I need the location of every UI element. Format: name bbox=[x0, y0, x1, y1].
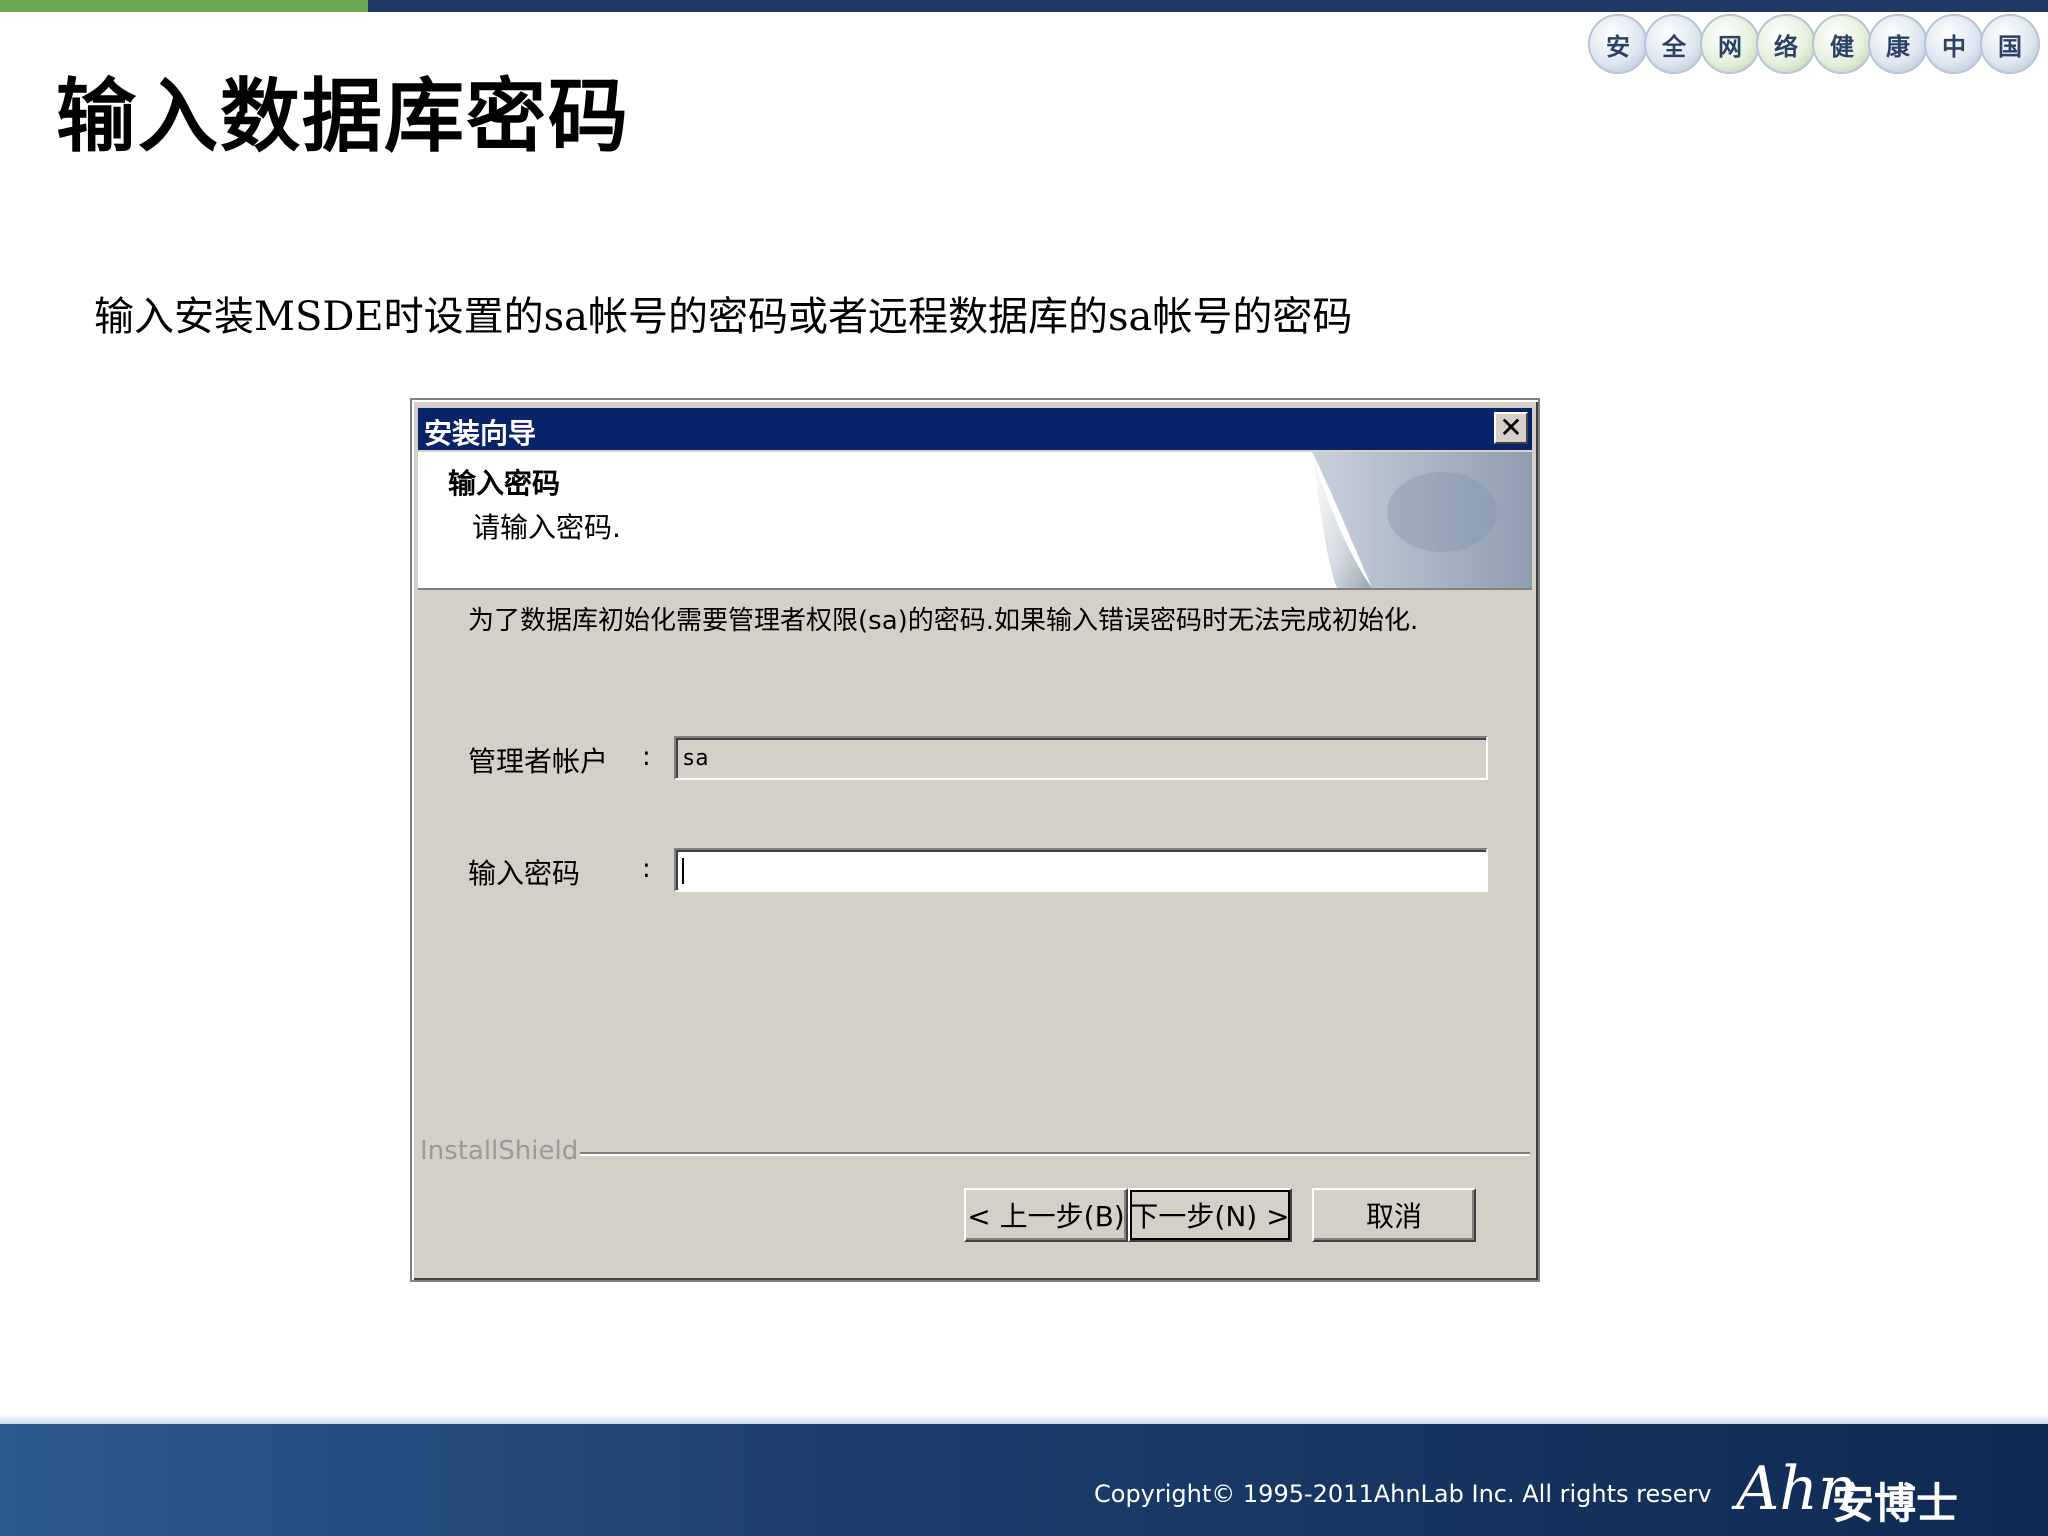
dialog-description: 为了数据库初始化需要管理者权限(sa)的密码.如果输入错误密码时无法完成初始化. bbox=[468, 606, 1419, 636]
slogan-badges: 安 全 网 络 健 康 中 国 bbox=[1588, 14, 2040, 74]
slogan-badge: 中 bbox=[1924, 14, 1984, 74]
slogan-badge: 健 bbox=[1812, 14, 1872, 74]
header-title: 输入密码 bbox=[448, 467, 561, 500]
close-button[interactable]: ✕ bbox=[1494, 412, 1528, 444]
ahnlab-logo-cn: 安博士 bbox=[1832, 1479, 1959, 1528]
top-accent-bar-navy bbox=[368, 0, 2048, 12]
password-colon: : bbox=[642, 854, 651, 884]
slogan-badge: 网 bbox=[1700, 14, 1760, 74]
back-button[interactable]: < 上一步(B) bbox=[964, 1188, 1128, 1242]
slide-title: 输入数据库密码 bbox=[56, 69, 630, 163]
slide-subtitle: 输入安装MSDE时设置的sa帐号的密码或者远程数据库的sa帐号的密码 bbox=[94, 294, 1353, 340]
next-button[interactable]: 下一步(N) > bbox=[1128, 1188, 1292, 1242]
slogan-badge: 国 bbox=[1980, 14, 2040, 74]
cancel-button[interactable]: 取消 bbox=[1312, 1188, 1476, 1242]
text-caret bbox=[682, 858, 684, 884]
slogan-badge: 全 bbox=[1644, 14, 1704, 74]
password-label: 输入密码 bbox=[468, 857, 581, 890]
footer-separator bbox=[580, 1152, 1530, 1156]
slogan-badge: 络 bbox=[1756, 14, 1816, 74]
top-accent-bar-green bbox=[0, 0, 368, 12]
page-curl-graphic bbox=[1292, 452, 1532, 588]
password-input[interactable] bbox=[674, 848, 1488, 892]
account-colon: : bbox=[642, 742, 651, 772]
slogan-badge: 康 bbox=[1868, 14, 1928, 74]
copyright-text: Copyright© 1995-2011AhnLab Inc. All righ… bbox=[1094, 1480, 1712, 1508]
dialog-titlebar[interactable]: 安装向导 ✕ bbox=[418, 408, 1532, 450]
header-subtitle: 请输入密码. bbox=[472, 511, 621, 544]
dialog-title: 安装向导 bbox=[424, 417, 537, 450]
installshield-brand: InstallShield bbox=[420, 1136, 579, 1166]
slogan-badge: 安 bbox=[1588, 14, 1648, 74]
close-icon: ✕ bbox=[1499, 411, 1523, 444]
dialog-header-panel: 输入密码 请输入密码. bbox=[418, 452, 1532, 590]
account-label: 管理者帐户 bbox=[468, 745, 609, 778]
install-wizard-dialog: 安装向导 ✕ 输入密码 请输入密码. 为了数据库初始化需要管理者权限(sa)的密… bbox=[410, 398, 1540, 1282]
admin-account-field[interactable]: sa bbox=[674, 736, 1488, 780]
